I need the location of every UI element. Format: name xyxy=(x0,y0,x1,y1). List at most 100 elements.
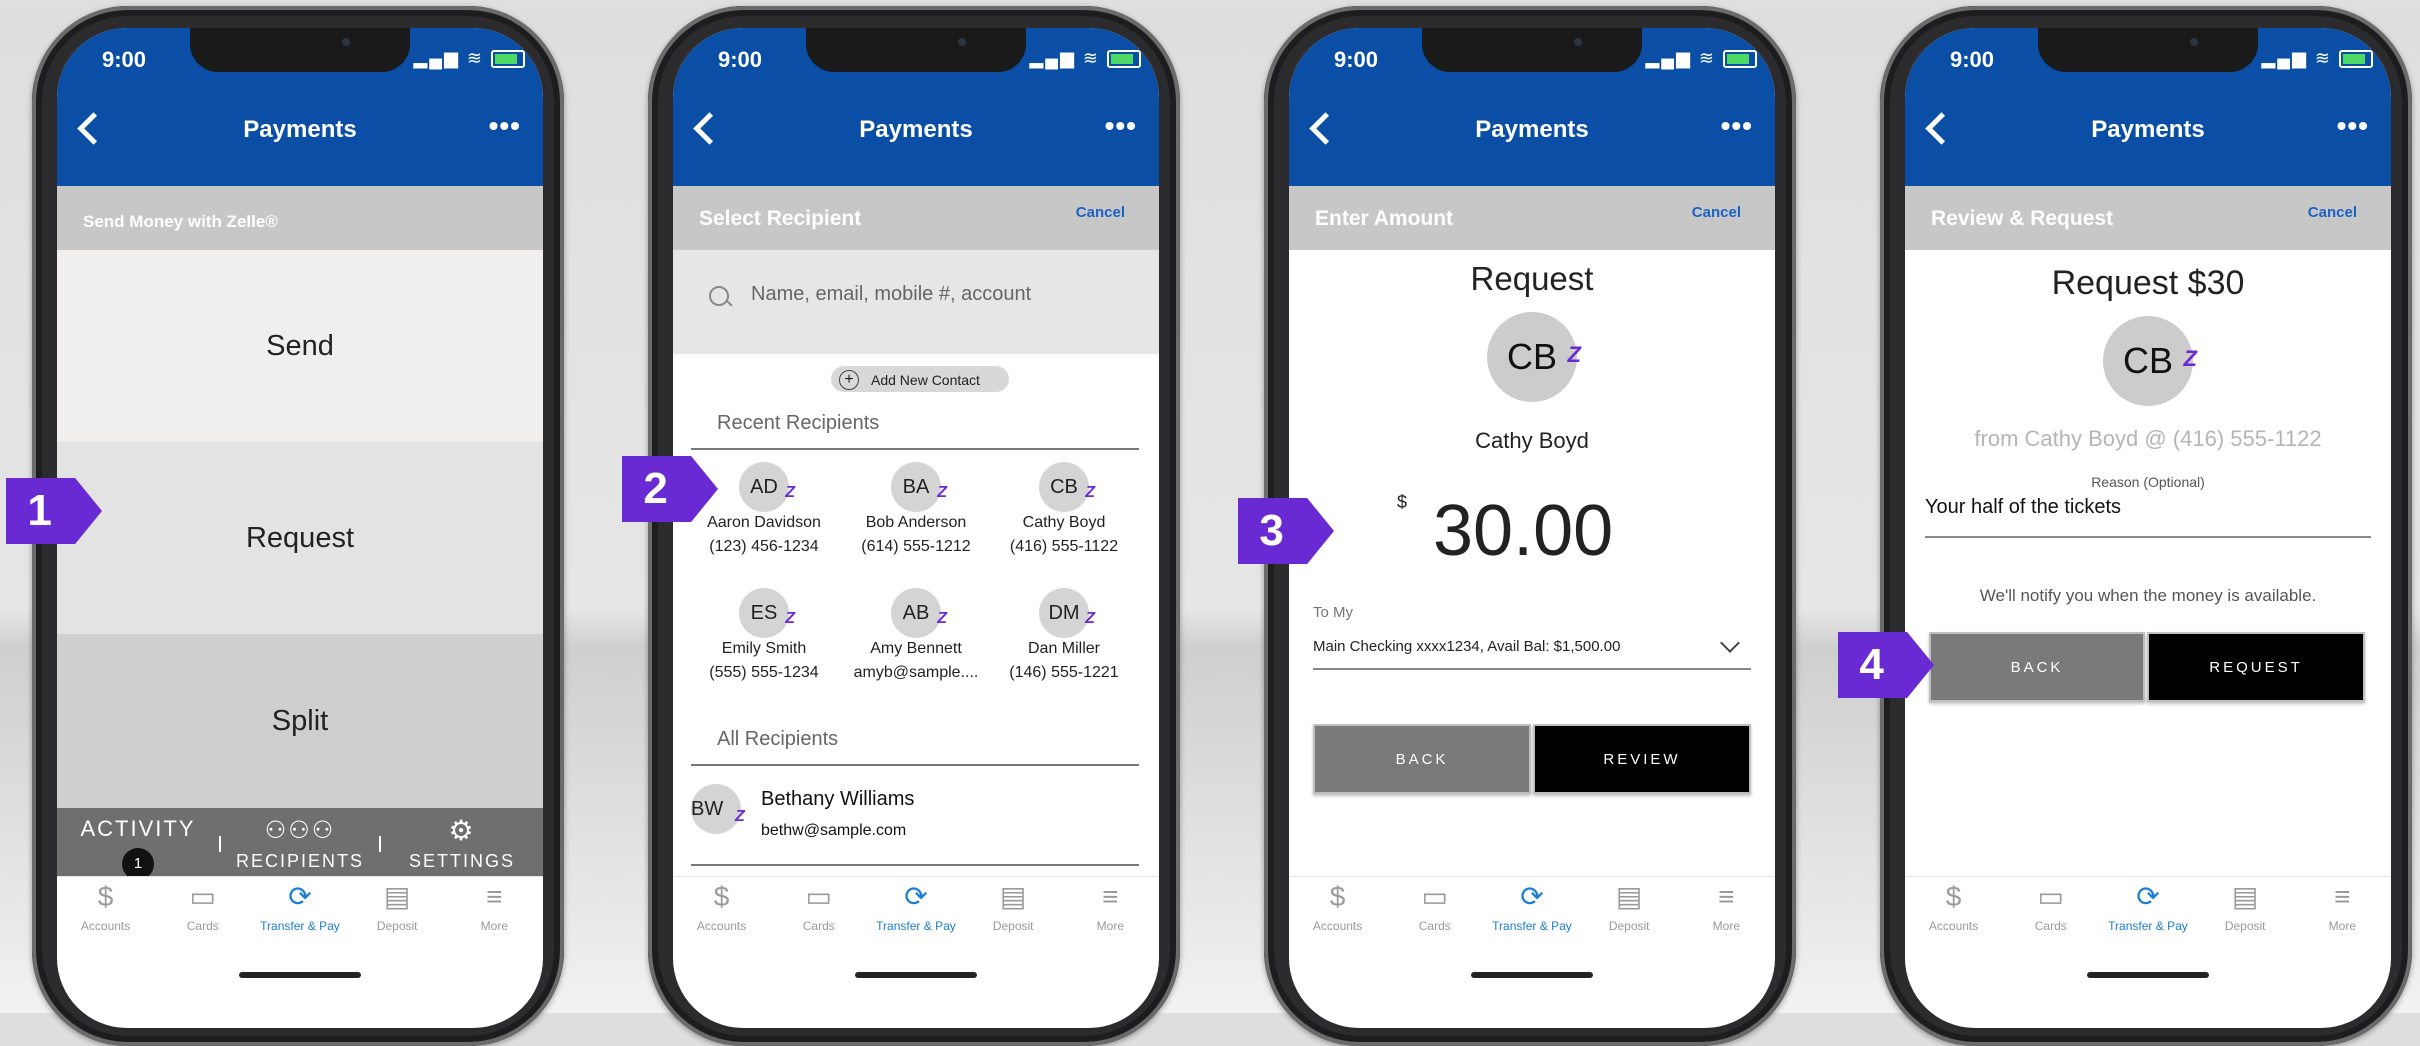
battery-icon xyxy=(1107,50,1141,69)
avatar: BA Z xyxy=(891,462,947,512)
amount-input[interactable]: 30.00 xyxy=(1433,490,1613,572)
card-icon: ▭ xyxy=(805,881,833,912)
recipient-name: Bethany Williams xyxy=(761,788,915,810)
phone-enter-amount: 9:00 ▂▄▆ ≋ Payments ••• Enter Amount Can… xyxy=(1264,6,1796,1046)
app-header: Payments ••• xyxy=(1905,76,2391,186)
avatar-initials: CB xyxy=(1506,336,1557,377)
tab-label: More xyxy=(1096,919,1125,933)
back-button[interactable]: BACK xyxy=(1313,724,1531,794)
plus-icon: + xyxy=(839,370,859,390)
menu-icon: ≡ xyxy=(2334,881,2351,912)
tab-cards[interactable]: ▭ Cards xyxy=(2006,877,2096,951)
card-icon: ▭ xyxy=(189,881,217,912)
menu-icon: ≡ xyxy=(486,881,503,912)
avatar: CB Z xyxy=(2103,316,2197,406)
avatar: AD Z xyxy=(739,462,795,512)
deposit-icon: ▤ xyxy=(999,881,1027,912)
recipient-card[interactable]: ES Z Emily Smith (555) 555-1234 xyxy=(689,588,839,682)
recipient-card[interactable]: AB Z Amy Bennett amyb@sample.... xyxy=(841,588,991,682)
account-select[interactable]: Main Checking xxxx1234, Avail Bal: $1,50… xyxy=(1313,628,1751,670)
recipient-card[interactable]: CB Z Cathy Boyd (416) 555-1122 xyxy=(989,462,1139,556)
settings-label: SETTINGS xyxy=(408,851,515,871)
zelle-bottom-menu: ACTIVITY 1 ⚇⚇⚇ RECIPIENTS ⚙ SETTINGS xyxy=(57,808,543,880)
screen: 9:00 ▂▄▆ ≋ Payments ••• Enter Amount Can… xyxy=(1289,28,1775,1028)
request-option[interactable]: Request xyxy=(57,442,543,634)
recent-recipients-header: Recent Recipients xyxy=(717,412,880,434)
more-options-icon[interactable]: ••• xyxy=(1105,110,1137,142)
all-recipients-header: All Recipients xyxy=(717,728,839,750)
tab-accounts[interactable]: $ Accounts xyxy=(1909,877,1999,951)
list-item[interactable]: BW Z Bethany Williams bethw@sample.com xyxy=(691,784,1139,844)
tab-accounts[interactable]: $ Accounts xyxy=(61,877,151,951)
dollar-icon: $ xyxy=(1945,881,1962,912)
search-bar xyxy=(673,250,1159,354)
tab-accounts[interactable]: $ Accounts xyxy=(1293,877,1383,951)
avatar-initials: CB xyxy=(1050,476,1078,498)
tab-accounts[interactable]: $ Accounts xyxy=(677,877,767,951)
more-options-icon[interactable]: ••• xyxy=(489,110,521,142)
activity-label: ACTIVITY xyxy=(80,816,196,841)
cancel-link[interactable]: Cancel xyxy=(1692,204,1741,221)
cancel-link[interactable]: Cancel xyxy=(2308,204,2357,221)
tab-cards[interactable]: ▭ Cards xyxy=(158,877,248,951)
recipient-contact: (555) 555-1234 xyxy=(709,664,819,681)
add-new-contact-button[interactable]: + Add New Contact xyxy=(831,366,1009,392)
avatar-initials: AB xyxy=(902,602,930,624)
more-options-icon[interactable]: ••• xyxy=(1721,110,1753,142)
tab-more[interactable]: ≡ More xyxy=(1681,877,1771,951)
split-option[interactable]: Split xyxy=(57,634,543,808)
tab-more[interactable]: ≡ More xyxy=(2297,877,2387,951)
card-icon: ▭ xyxy=(2037,881,2065,912)
recipient-contact: (146) 555-1221 xyxy=(1009,664,1119,681)
tab-label: Deposit xyxy=(1608,919,1650,933)
tab-cards[interactable]: ▭ Cards xyxy=(774,877,864,951)
search-input[interactable] xyxy=(749,282,1133,307)
section-title: Enter Amount xyxy=(1315,207,1454,230)
step-number: 3 xyxy=(1259,506,1284,555)
recipient-card[interactable]: AD Z Aaron Davidson (123) 456-1234 xyxy=(689,462,839,556)
tab-more[interactable]: ≡ More xyxy=(449,877,539,951)
zelle-icon: Z xyxy=(2183,346,2197,371)
tab-transfer-pay[interactable]: ⟳ Transfer & Pay xyxy=(255,877,345,951)
section-bar: Select Recipient Cancel xyxy=(673,186,1159,250)
menu-icon: ≡ xyxy=(1718,881,1735,912)
recipient-name: Cathy Boyd xyxy=(1475,428,1589,453)
signal-wifi-battery-icon: ▂▄▆ ≋ xyxy=(413,48,525,69)
tab-more[interactable]: ≡ More xyxy=(1065,877,1155,951)
recipients-button[interactable]: ⚇⚇⚇ RECIPIENTS xyxy=(221,808,379,878)
request-button[interactable]: REQUEST xyxy=(2147,632,2365,702)
tab-label: More xyxy=(2328,919,2357,933)
tab-cards[interactable]: ▭ Cards xyxy=(1390,877,1480,951)
battery-icon xyxy=(491,50,525,69)
tab-transfer-pay[interactable]: ⟳ Transfer & Pay xyxy=(871,877,961,951)
tab-transfer-pay[interactable]: ⟳ Transfer & Pay xyxy=(2103,877,2193,951)
recipient-name: Aaron Davidson xyxy=(707,514,821,531)
zelle-icon: Z xyxy=(937,610,947,627)
recipient-card[interactable]: DM Z Dan Miller (146) 555-1221 xyxy=(989,588,1139,682)
back-button[interactable]: BACK xyxy=(1929,632,2145,702)
zelle-icon: Z xyxy=(1085,610,1095,627)
status-time: 9:00 xyxy=(1950,47,1995,72)
tab-deposit[interactable]: ▤ Deposit xyxy=(2200,877,2290,951)
tab-label: Accounts xyxy=(1928,919,1979,933)
activity-button[interactable]: ACTIVITY 1 xyxy=(57,808,219,880)
more-options-icon[interactable]: ••• xyxy=(2337,110,2369,142)
recipient-card[interactable]: BA Z Bob Anderson (614) 555-1212 xyxy=(841,462,991,556)
section-bar: Enter Amount Cancel xyxy=(1289,186,1775,250)
divider xyxy=(691,448,1139,450)
settings-button[interactable]: ⚙ SETTINGS xyxy=(381,808,543,878)
tab-deposit[interactable]: ▤ Deposit xyxy=(352,877,442,951)
cancel-link[interactable]: Cancel xyxy=(1076,204,1125,221)
selected-account: Main Checking xxxx1234, Avail Bal: $1,50… xyxy=(1313,638,1621,655)
tab-deposit[interactable]: ▤ Deposit xyxy=(968,877,1058,951)
recipient-contact: amyb@sample.... xyxy=(853,664,979,681)
tab-transfer-pay[interactable]: ⟳ Transfer & Pay xyxy=(1487,877,1577,951)
recipient-contact: (123) 456-1234 xyxy=(709,538,819,555)
reason-field[interactable]: Your half of the tickets xyxy=(1925,492,2371,538)
notch xyxy=(190,28,410,72)
review-button[interactable]: REVIEW xyxy=(1533,724,1751,794)
send-option[interactable]: Send xyxy=(57,250,543,442)
tab-deposit[interactable]: ▤ Deposit xyxy=(1584,877,1674,951)
page-title: Payments xyxy=(1475,116,1589,143)
tab-label: Transfer & Pay xyxy=(260,919,340,933)
